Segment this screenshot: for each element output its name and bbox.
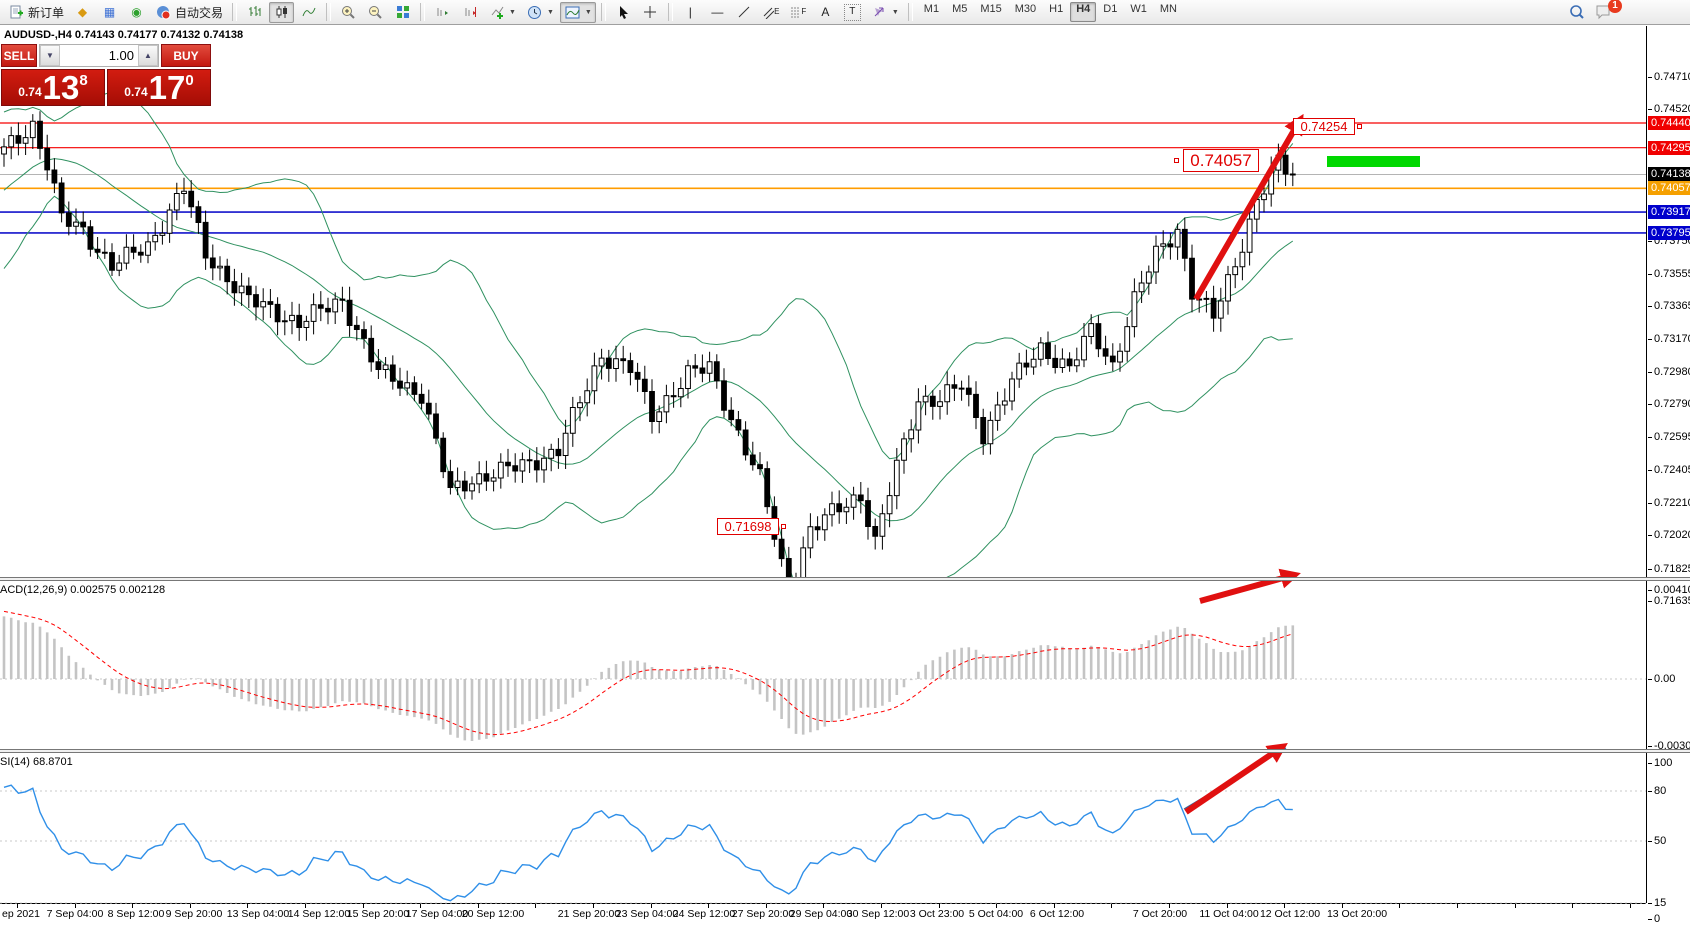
macd-panel-splitter[interactable] — [0, 577, 1690, 581]
price-annotation-label: 0.74057 — [1183, 149, 1259, 172]
price-badge: 0.74138 — [1648, 167, 1690, 181]
price-annotation-label: 0.74254 — [1293, 118, 1355, 135]
volume-input[interactable] — [60, 45, 138, 66]
annotation-connector — [1357, 124, 1362, 129]
ask-quote[interactable]: 0.74 17 0 — [107, 69, 211, 106]
symbol-ohlc-header: AUDUSD-,H4 0.74143 0.74177 0.74132 0.741… — [4, 29, 243, 41]
price-badge: 0.74057 — [1648, 181, 1690, 195]
volume-control: ▼ ▲ — [39, 44, 159, 67]
rsi-indicator-label: SI(14) 68.8701 — [0, 756, 73, 768]
candlesticks — [2, 111, 1296, 598]
rsi-plot — [0, 785, 1646, 903]
price-badge: 0.73795 — [1648, 226, 1690, 240]
mt4-window: 新订单 ◆ ▦ ◉ 自动交易 ▼ ▼ ▼ | — E F A — [0, 0, 1690, 948]
bollinger-bands — [4, 92, 1293, 620]
chart-canvas[interactable] — [0, 0, 1690, 948]
highlight-rectangle — [1327, 156, 1420, 167]
bid-big-digits: 13 — [43, 73, 80, 103]
bid-quote[interactable]: 0.74 13 8 — [1, 69, 105, 106]
price-badge: 0.73917 — [1648, 205, 1690, 219]
annotation-connector — [781, 524, 786, 529]
sell-button[interactable]: SELL — [1, 44, 37, 67]
price-annotation-label: 0.71698 — [717, 518, 779, 535]
volume-increase-button[interactable]: ▲ — [138, 45, 158, 66]
ask-prefix: 0.74 — [124, 85, 147, 99]
macd-plot — [0, 611, 1646, 741]
buy-button[interactable]: BUY — [161, 44, 211, 67]
one-click-trading-panel: SELL ▼ ▲ BUY 0.74 13 8 0.74 17 0 — [1, 44, 211, 106]
price-badge: 0.74295 — [1648, 141, 1690, 155]
price-badge: 0.74440 — [1648, 116, 1690, 130]
volume-decrease-button[interactable]: ▼ — [40, 45, 60, 66]
annotation-connector — [1174, 158, 1179, 163]
annotation-arrows — [1184, 120, 1300, 812]
bid-prefix: 0.74 — [18, 85, 41, 99]
rsi-panel-splitter[interactable] — [0, 749, 1690, 753]
horizontal-level-lines — [0, 123, 1646, 233]
bid-pip-digit: 8 — [79, 72, 87, 89]
ask-pip-digit: 0 — [185, 72, 193, 89]
ask-big-digits: 17 — [149, 73, 186, 103]
macd-indicator-label: ACD(12,26,9) 0.002575 0.002128 — [0, 584, 165, 596]
